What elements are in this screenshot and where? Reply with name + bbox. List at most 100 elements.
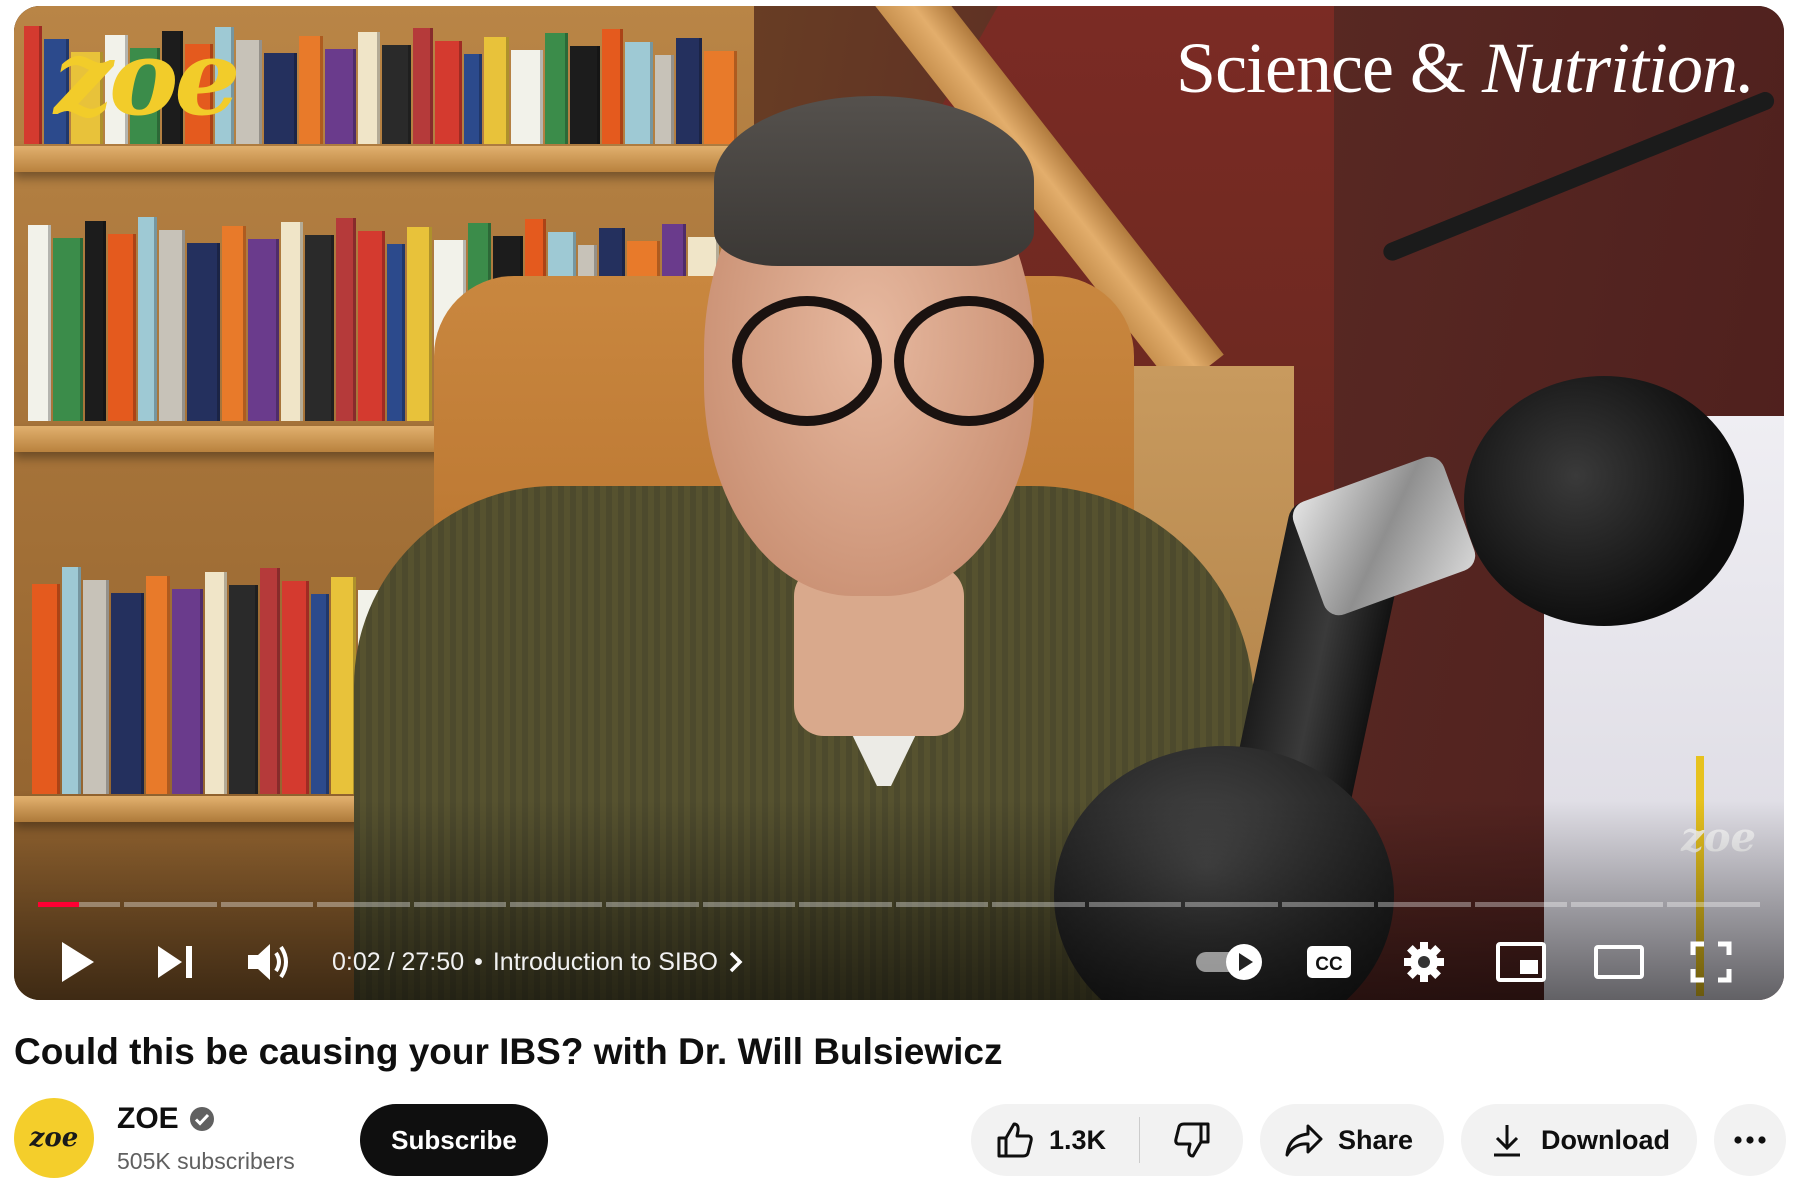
chapter-segment[interactable] — [992, 902, 1085, 907]
book-spine — [146, 576, 170, 794]
miniplayer-icon — [1496, 942, 1546, 982]
current-time: 0:02 — [332, 948, 381, 976]
book-spine — [511, 50, 543, 144]
next-button[interactable] — [154, 936, 198, 988]
svg-text:CC: CC — [1315, 954, 1343, 975]
play-button[interactable] — [58, 936, 98, 988]
book-spine — [222, 226, 246, 421]
book-spine — [24, 26, 42, 144]
progress-bar[interactable] — [38, 902, 1760, 907]
glasses — [732, 296, 882, 426]
book-spine — [205, 572, 227, 794]
chapter-segment[interactable] — [1667, 902, 1760, 907]
share-button[interactable]: Share — [1260, 1104, 1444, 1176]
brand-logo: zoe — [54, 16, 241, 139]
book-spine — [264, 53, 297, 144]
cc-icon: CC — [1307, 946, 1351, 978]
like-count: 1.3K — [1049, 1124, 1107, 1155]
chapter-segment[interactable] — [1281, 902, 1375, 907]
autoplay-toggle[interactable] — [1194, 936, 1266, 988]
chapter-segment[interactable] — [413, 902, 506, 907]
fullscreen-icon — [1690, 941, 1732, 983]
theater-icon — [1594, 945, 1644, 979]
chapter-segment[interactable] — [702, 902, 796, 907]
book-spine — [83, 580, 109, 794]
chapter-segment[interactable] — [895, 902, 989, 907]
total-time: 27:50 — [401, 948, 465, 976]
video-player[interactable]: zoe Science & Nutrition. zoe 0:02 / 27:5… — [14, 6, 1784, 1000]
next-icon — [158, 946, 192, 978]
chapter-segment[interactable] — [606, 902, 699, 907]
channel-avatar[interactable]: zoe — [14, 1098, 94, 1178]
chapter-segment[interactable] — [1088, 902, 1182, 907]
miniplayer-button[interactable] — [1496, 936, 1546, 988]
more-actions-button[interactable] — [1714, 1104, 1786, 1176]
chevron-right-icon[interactable] — [728, 942, 744, 982]
book-spine — [325, 49, 356, 144]
book-spine — [299, 36, 323, 144]
like-dislike-group: 1.3K — [971, 1104, 1243, 1176]
book-spine — [229, 585, 258, 794]
chapter-segment[interactable] — [1185, 902, 1278, 907]
book-spine — [53, 238, 83, 421]
video-title: Could this be causing your IBS? with Dr.… — [14, 1031, 1003, 1072]
book-spine — [62, 567, 81, 794]
like-button[interactable]: 1.3K — [971, 1104, 1139, 1176]
subscriber-count: 505K subscribers — [117, 1148, 295, 1174]
dislike-button[interactable] — [1140, 1104, 1243, 1176]
subscribe-button[interactable]: Subscribe — [360, 1104, 548, 1176]
book-spine — [111, 593, 144, 794]
chapter-segment[interactable] — [799, 902, 892, 907]
book-spine — [281, 222, 303, 421]
chapter-title[interactable]: Introduction to SIBO — [493, 948, 718, 976]
fullscreen-button[interactable] — [1690, 936, 1732, 988]
download-button[interactable]: Download — [1461, 1104, 1697, 1176]
book-spine — [108, 234, 136, 421]
theater-mode-button[interactable] — [1594, 936, 1644, 988]
book-spine — [413, 28, 433, 144]
book-spine — [625, 42, 653, 144]
channel-name[interactable]: ZOE — [117, 1100, 179, 1138]
chapter-segment[interactable] — [220, 902, 314, 907]
book-spine — [358, 32, 380, 144]
book-spine — [358, 231, 385, 421]
captions-button[interactable]: CC — [1306, 936, 1352, 988]
chapter-segment[interactable] — [1378, 902, 1471, 907]
autoplay-toggle-icon — [1196, 944, 1262, 980]
book-spine — [187, 243, 220, 421]
book-spine — [704, 51, 737, 144]
book-spine — [387, 244, 405, 421]
chapter-segment[interactable] — [124, 902, 217, 907]
chapter-segment[interactable] — [1474, 902, 1567, 907]
book-spine — [311, 594, 329, 794]
book-spine — [159, 230, 185, 421]
book-spine — [484, 37, 509, 144]
book-spine — [382, 45, 411, 144]
book-spine — [676, 38, 702, 144]
book-spine — [545, 33, 568, 144]
time-display: 0:02 / 27:50 • Introduction to SIBO — [332, 942, 744, 982]
chapter-segment[interactable] — [317, 902, 410, 907]
book-spine — [331, 577, 356, 794]
thumbs-down-icon — [1173, 1122, 1209, 1158]
share-icon — [1285, 1124, 1323, 1157]
chapter-segment[interactable] — [510, 902, 603, 907]
download-label: Download — [1541, 1124, 1670, 1155]
book-spine — [172, 589, 203, 794]
channel-name-row[interactable]: ZOE — [117, 1100, 215, 1138]
book-spine — [336, 218, 356, 421]
chapter-segment[interactable] — [1570, 902, 1664, 907]
volume-button[interactable] — [244, 936, 294, 988]
settings-button[interactable] — [1402, 936, 1446, 988]
microphone — [1464, 376, 1744, 626]
book-spine — [85, 221, 106, 421]
download-icon — [1494, 1125, 1520, 1157]
verified-icon — [189, 1107, 214, 1131]
more-icon — [1734, 1136, 1766, 1144]
book-spine — [282, 581, 309, 794]
series-title: Science & Nutrition. — [1176, 28, 1755, 108]
book-spine — [435, 41, 462, 144]
book-spine — [248, 239, 279, 421]
book-spine — [260, 568, 280, 794]
share-label: Share — [1338, 1124, 1414, 1155]
